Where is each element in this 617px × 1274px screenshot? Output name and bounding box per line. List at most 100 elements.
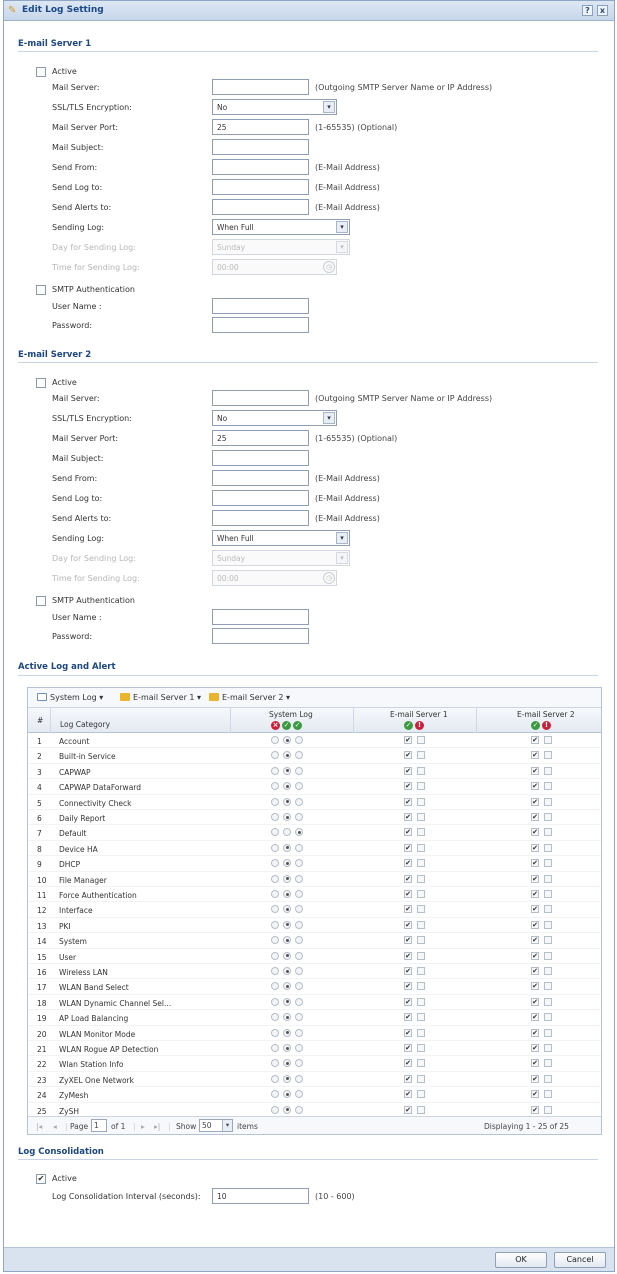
page-input[interactable]: 1: [91, 1119, 107, 1132]
system-log-disable-radio[interactable]: [271, 1090, 279, 1099]
server2-alert-checkbox[interactable]: [544, 813, 552, 821]
server2-ssl-select[interactable]: No ▾: [212, 410, 337, 426]
system-log-disable-radio[interactable]: [271, 859, 279, 868]
system-log-normal-radio[interactable]: [283, 828, 291, 837]
system-log-normal-radio[interactable]: [283, 967, 291, 975]
server2-normal-checkbox[interactable]: ✔: [531, 782, 539, 791]
server1-alert-checkbox[interactable]: [417, 905, 425, 914]
system-log-normal-radio[interactable]: [283, 859, 291, 868]
system-log-normal-radio[interactable]: [283, 1013, 291, 1022]
server1-time-input[interactable]: 00:00 ◷: [212, 259, 337, 275]
system-log-disable-radio[interactable]: [271, 890, 279, 898]
system-log-disable-radio[interactable]: [271, 1013, 279, 1022]
table-row[interactable]: 15 User ✔ ✔: [28, 949, 601, 964]
table-row[interactable]: 7 Default ✔ ✔: [28, 825, 601, 841]
system-log-all-radio[interactable]: [295, 1105, 303, 1114]
server2-normal-checkbox[interactable]: ✔: [531, 1105, 539, 1114]
server1-alert-checkbox[interactable]: [417, 782, 425, 791]
table-row[interactable]: 4 CAPWAP DataForward ✔ ✔: [28, 779, 601, 795]
server1-sending-select[interactable]: When Full ▾: [212, 219, 350, 235]
table-row[interactable]: 5 Connectivity Check ✔ ✔: [28, 795, 601, 810]
system-log-disable-radio[interactable]: [271, 874, 279, 883]
server1-alert-checkbox[interactable]: [417, 1044, 425, 1052]
server1-alert-checkbox[interactable]: [417, 751, 425, 760]
server2-normal-checkbox[interactable]: ✔: [531, 1028, 539, 1037]
server2-alert-checkbox[interactable]: [544, 951, 552, 960]
server2-day-select[interactable]: Sunday ▾: [212, 550, 350, 566]
server2-logto-input[interactable]: [212, 490, 309, 506]
server1-alert-checkbox[interactable]: [417, 920, 425, 929]
server1-normal-checkbox[interactable]: ✔: [404, 890, 412, 898]
server1-user-input[interactable]: [212, 298, 309, 314]
system-log-normal-radio[interactable]: [283, 890, 291, 898]
server1-normal-checkbox[interactable]: ✔: [404, 982, 412, 991]
table-row[interactable]: 6 Daily Report ✔ ✔: [28, 810, 601, 826]
server2-normal-checkbox[interactable]: ✔: [531, 1074, 539, 1083]
system-log-disable-radio[interactable]: [271, 828, 279, 837]
system-log-all-radio[interactable]: [295, 874, 303, 883]
server2-normal-checkbox[interactable]: ✔: [531, 951, 539, 960]
system-log-disable-radio[interactable]: [271, 1044, 279, 1052]
table-row[interactable]: 16 Wireless LAN ✔ ✔: [28, 964, 601, 980]
server1-alert-checkbox[interactable]: [417, 828, 425, 837]
server1-normal-checkbox[interactable]: ✔: [404, 859, 412, 868]
system-log-normal-radio[interactable]: [283, 1105, 291, 1114]
system-log-disable-radio[interactable]: [271, 1028, 279, 1037]
server1-normal-checkbox[interactable]: ✔: [404, 874, 412, 883]
server1-normal-checkbox[interactable]: ✔: [404, 1044, 412, 1052]
server2-normal-checkbox[interactable]: ✔: [531, 828, 539, 837]
system-log-all-radio[interactable]: [295, 843, 303, 852]
system-log-disable-radio[interactable]: [271, 782, 279, 791]
server2-password-input[interactable]: [212, 628, 309, 644]
server2-normal-checkbox[interactable]: ✔: [531, 874, 539, 883]
system-log-disable-radio[interactable]: [271, 797, 279, 806]
server1-normal-checkbox[interactable]: ✔: [404, 1013, 412, 1022]
system-log-all-radio[interactable]: [295, 1090, 303, 1099]
system-log-disable-radio[interactable]: [271, 736, 279, 744]
system-log-all-radio[interactable]: [295, 997, 303, 1006]
system-log-disable-radio[interactable]: [271, 813, 279, 821]
system-log-normal-radio[interactable]: [283, 1090, 291, 1099]
system-log-normal-radio[interactable]: [283, 736, 291, 744]
server1-normal-checkbox[interactable]: ✔: [404, 967, 412, 975]
server2-time-input[interactable]: 00:00 ◷: [212, 570, 337, 586]
consolidation-active-checkbox[interactable]: ✔: [36, 1174, 46, 1184]
server2-alert-checkbox[interactable]: [544, 828, 552, 837]
system-log-all-radio[interactable]: [295, 782, 303, 791]
table-row[interactable]: 1 Account ✔ ✔: [28, 733, 601, 749]
table-row[interactable]: 13 PKI ✔ ✔: [28, 918, 601, 934]
system-log-disable-radio[interactable]: [271, 951, 279, 960]
server1-alert-checkbox[interactable]: [417, 874, 425, 883]
server1-alert-checkbox[interactable]: [417, 936, 425, 945]
table-row[interactable]: 2 Built-in Service ✔ ✔: [28, 748, 601, 764]
server1-normal-checkbox[interactable]: ✔: [404, 813, 412, 821]
table-row[interactable]: 19 AP Load Balancing ✔ ✔: [28, 1010, 601, 1026]
system-log-disable-radio[interactable]: [271, 905, 279, 914]
server1-normal-checkbox[interactable]: ✔: [404, 1090, 412, 1099]
system-log-all-radio[interactable]: [295, 751, 303, 760]
server1-alert-checkbox[interactable]: [417, 1059, 425, 1068]
system-log-normal-radio[interactable]: [283, 905, 291, 914]
server2-alert-checkbox[interactable]: [544, 797, 552, 806]
server2-normal-checkbox[interactable]: ✔: [531, 797, 539, 806]
table-row[interactable]: 20 WLAN Monitor Mode ✔ ✔: [28, 1026, 601, 1041]
server1-active-checkbox[interactable]: [36, 67, 46, 77]
server1-logto-input[interactable]: [212, 179, 309, 195]
server2-normal-checkbox[interactable]: ✔: [531, 766, 539, 775]
alert-icon[interactable]: !: [415, 721, 424, 730]
server1-alert-checkbox[interactable]: [417, 890, 425, 898]
system-log-normal-radio[interactable]: [283, 766, 291, 775]
server1-normal-checkbox[interactable]: ✔: [404, 951, 412, 960]
server2-alert-checkbox[interactable]: [544, 1044, 552, 1052]
all-icon[interactable]: ✓: [293, 721, 302, 730]
alert-icon[interactable]: !: [542, 721, 551, 730]
server1-normal-checkbox[interactable]: ✔: [404, 782, 412, 791]
server1-port-input[interactable]: [212, 119, 309, 135]
server1-subject-input[interactable]: [212, 139, 309, 155]
system-log-all-radio[interactable]: [295, 1028, 303, 1037]
server2-from-input[interactable]: [212, 470, 309, 486]
server2-alert-checkbox[interactable]: [544, 890, 552, 898]
system-log-all-radio[interactable]: [295, 813, 303, 821]
server2-normal-checkbox[interactable]: ✔: [531, 1059, 539, 1068]
table-row[interactable]: 12 Interface ✔ ✔: [28, 902, 601, 918]
